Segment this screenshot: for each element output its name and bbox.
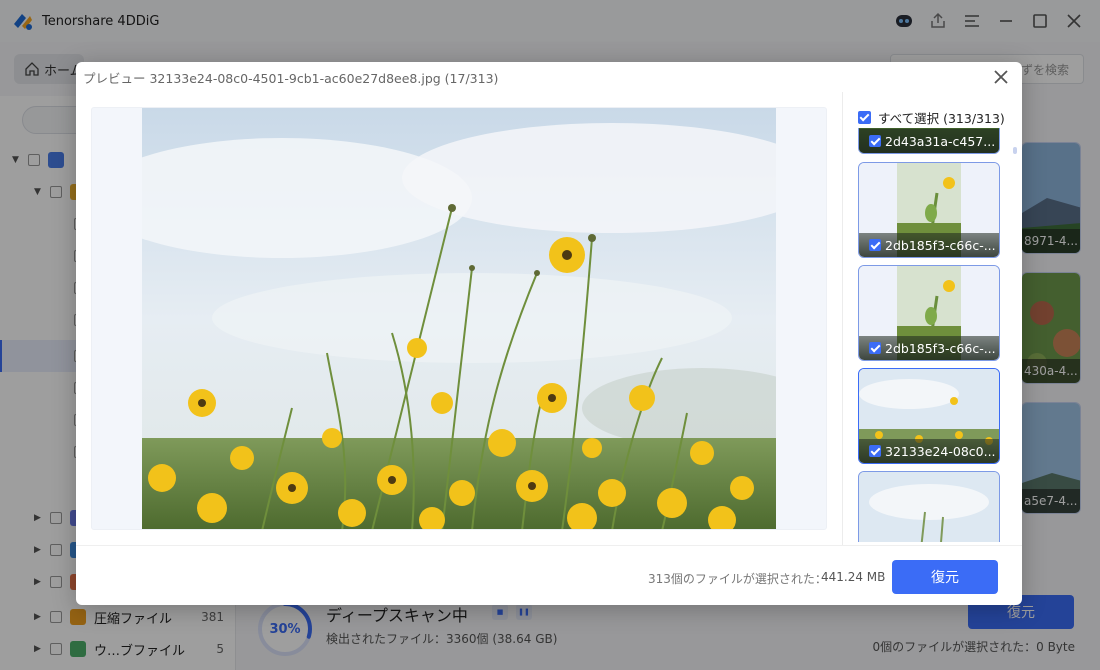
thumbnail-item[interactable] [858,471,1000,542]
thumbnail-filename: 2db185f3-c66c-... [885,340,996,356]
thumbnail-item-active[interactable]: 32133e24-08c0... [858,368,1000,464]
checked-icon[interactable] [869,342,881,354]
preview-pane [91,107,827,530]
thumbnail-caption: 2d43a31a-c457... [859,129,999,153]
modal-title: プレビュー 32133e24-08c0-4501-9cb1-ac60e27d8e… [83,70,499,86]
checked-icon[interactable] [869,445,881,457]
close-icon[interactable] [990,66,1012,88]
thumbnail-item[interactable]: 2d43a31a-c457... [858,128,1000,154]
thumbnail-caption: 2db185f3-c66c-... [859,233,999,257]
thumbnail-filename: 2db185f3-c66c-... [885,237,996,253]
modal-footer: 313個のファイルが選択された： 441.24 MB 復元 [76,545,1022,605]
scrollbar-thumb[interactable] [1013,147,1017,154]
checked-icon[interactable] [869,135,881,147]
recover-button[interactable]: 復元 [892,560,998,594]
selected-size-text: 441.24 MB [821,570,886,584]
thumbnail-caption: 32133e24-08c0... [859,439,999,463]
preview-image [142,108,776,529]
checked-icon[interactable] [869,239,881,251]
thumbnail-filename: 32133e24-08c0... [885,443,996,459]
thumbnail-list[interactable]: 2d43a31a-c457... 2db185f3-c66c-... 2db18… [858,128,1006,542]
thumbnail-filename: 2d43a31a-c457... [885,133,996,149]
side-divider [842,92,843,545]
modal-header: プレビュー 32133e24-08c0-4501-9cb1-ac60e27d8e… [76,62,1022,92]
thumbnail-item[interactable]: 2db185f3-c66c-... [858,265,1000,361]
preview-modal: プレビュー 32133e24-08c0-4501-9cb1-ac60e27d8e… [76,62,1022,605]
thumbnail-caption: 2db185f3-c66c-... [859,336,999,360]
checked-icon [858,111,871,124]
selected-count-text: 313個のファイルが選択された： [648,572,827,586]
select-all-checkbox[interactable]: すべて選択 (313/313) [858,108,1005,127]
select-all-label: すべて選択 (313/313) [878,111,1005,126]
thumbnail-item[interactable]: 2db185f3-c66c-... [858,162,1000,258]
